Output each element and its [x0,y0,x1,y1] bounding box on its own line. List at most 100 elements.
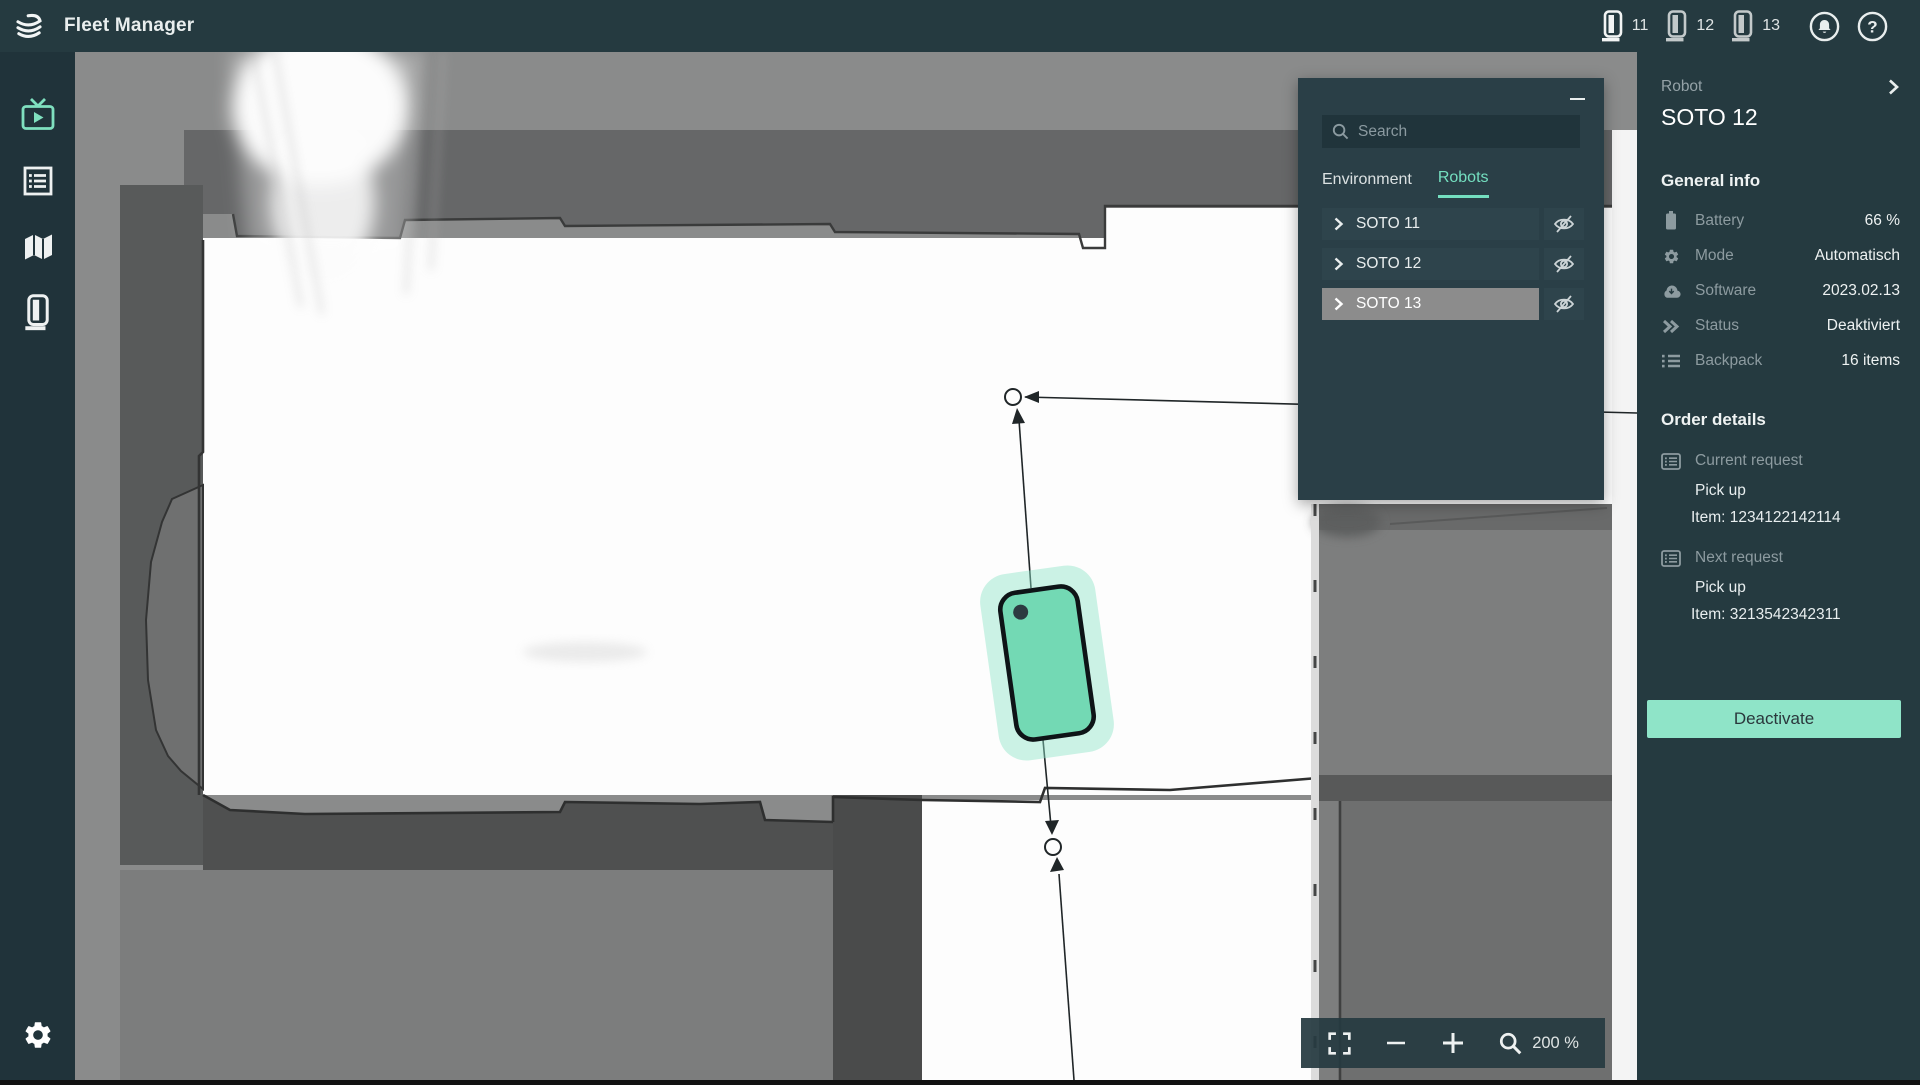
search-input[interactable] [1358,123,1558,141]
info-row-status: Status Deaktiviert [1661,317,1900,335]
deactivate-button[interactable]: Deactivate [1647,700,1901,738]
map-icon [22,232,54,262]
robot-row-expand-soto-13[interactable]: SOTO 13 [1322,288,1539,320]
waypoint-circle [1045,839,1061,855]
tab-environment[interactable]: Environment [1322,169,1412,198]
robot-icon [1731,10,1755,43]
chevron-right-icon [1333,297,1344,311]
gear-icon [1661,248,1681,265]
bell-icon [1809,11,1840,42]
chevron-right-icon [1333,257,1344,271]
robot-row-expand-soto-12[interactable]: SOTO 12 [1322,248,1539,280]
info-row-backpack: Backpack 16 items [1661,352,1900,370]
sidebar-item-robots[interactable] [0,280,75,346]
robot-icon [1601,10,1625,43]
minimize-panel-button[interactable] [1564,88,1590,110]
mode-value: Automatisch [1815,247,1900,265]
robot-list-row-soto-11: SOTO 11 [1322,208,1584,240]
details-kicker: Robot [1661,78,1702,96]
question-icon: ? [1857,11,1888,42]
plus-icon [1440,1030,1466,1056]
help-button[interactable]: ? [1857,11,1888,42]
current-request-block: Current request Pick up Item: 1234122142… [1661,452,1900,527]
robot-list-row-soto-12: SOTO 12 [1322,248,1584,280]
panel-tabs: Environment Robots [1322,169,1489,198]
robot-icon [24,294,52,332]
zoom-level-value: 200 % [1532,1034,1579,1053]
next-request-block: Next request Pick up Item: 3213542342311 [1661,549,1900,624]
search-icon [1332,123,1349,140]
software-value: 2023.02.13 [1822,282,1900,300]
backpack-value: 16 items [1841,352,1900,370]
current-request-action: Pick up [1695,482,1900,500]
robot-list-row-soto-13: SOTO 13 [1322,288,1584,320]
battery-value: 66 % [1865,212,1900,230]
top-bar: Fleet Manager 11 12 13 [0,0,1920,52]
left-sidebar [0,52,75,1080]
robot-counter-12[interactable]: 12 [1665,10,1714,43]
map-zoom-controls: 200 % [1301,1018,1605,1068]
next-request-label: Next request [1695,549,1783,567]
zoom-in-button[interactable] [1440,1030,1466,1056]
visibility-toggle-soto-12[interactable] [1544,248,1584,280]
sidebar-item-map[interactable] [0,214,75,280]
fullscreen-icon [1327,1031,1352,1056]
eye-off-icon [1553,294,1575,314]
current-request-label: Current request [1695,452,1803,470]
robots-overlay-panel: Environment Robots SOTO 11 [1298,78,1604,500]
request-icon [1661,453,1681,470]
notifications-button[interactable] [1809,11,1840,42]
robot-icon [1665,10,1689,43]
next-request-action: Pick up [1695,579,1900,597]
robot-counter-11[interactable]: 11 [1601,10,1649,43]
battery-icon [1661,211,1681,230]
fullscreen-button[interactable] [1327,1031,1352,1056]
current-request-item: Item: 1234122142114 [1691,509,1900,527]
visibility-toggle-soto-11[interactable] [1544,208,1584,240]
general-info-rows: Battery 66 % Mode Automatisch Software 2… [1661,211,1900,370]
robot-details-panel: Robot SOTO 12 General info Battery 66 % … [1637,52,1920,1080]
tv-play-icon [20,98,56,132]
minus-icon [1385,1032,1407,1054]
svg-text:?: ? [1867,17,1877,36]
chevron-right-icon [1333,217,1344,231]
robot-row-label: SOTO 11 [1356,215,1420,233]
robot-name-title: SOTO 12 [1661,104,1900,131]
list-box-icon [22,165,54,197]
tab-robots[interactable]: Robots [1438,169,1489,198]
request-icon [1661,550,1681,567]
eye-off-icon [1553,214,1575,234]
visibility-toggle-soto-13[interactable] [1544,288,1584,320]
sidebar-item-live-view[interactable] [0,82,75,148]
robot-list: SOTO 11 SOTO 12 [1322,208,1584,320]
zoom-out-button[interactable] [1385,1032,1407,1054]
order-details-heading: Order details [1661,410,1900,430]
sidebar-item-settings[interactable] [0,1002,75,1068]
next-request-item: Item: 3213542342311 [1691,606,1900,624]
app-logo-icon [12,8,46,44]
status-value: Deaktiviert [1827,317,1900,335]
list-icon [1661,354,1681,368]
waypoint-circle [1005,389,1021,405]
app-title: Fleet Manager [64,15,194,37]
robot-counter-label: 12 [1696,17,1714,35]
cloud-download-icon [1661,284,1681,298]
info-row-software: Software 2023.02.13 [1661,282,1900,300]
robot-counter-label: 11 [1632,17,1649,35]
robot-counter-label: 13 [1762,17,1780,35]
search-box[interactable] [1322,115,1580,148]
info-row-battery: Battery 66 % [1661,211,1900,230]
general-info-heading: General info [1661,171,1900,191]
eye-off-icon [1553,254,1575,274]
sidebar-item-orders[interactable] [0,148,75,214]
robot-counter-13[interactable]: 13 [1731,10,1780,43]
robot-row-label: SOTO 12 [1356,255,1421,273]
info-row-mode: Mode Automatisch [1661,247,1900,265]
gear-icon [22,1019,54,1051]
minus-icon [1570,98,1585,100]
robot-row-expand-soto-11[interactable]: SOTO 11 [1322,208,1539,240]
double-chevron-icon [1661,319,1681,334]
magnifier-icon [1499,1032,1522,1055]
collapse-panel-chevron-icon[interactable] [1887,78,1900,96]
robot-row-label: SOTO 13 [1356,295,1421,313]
